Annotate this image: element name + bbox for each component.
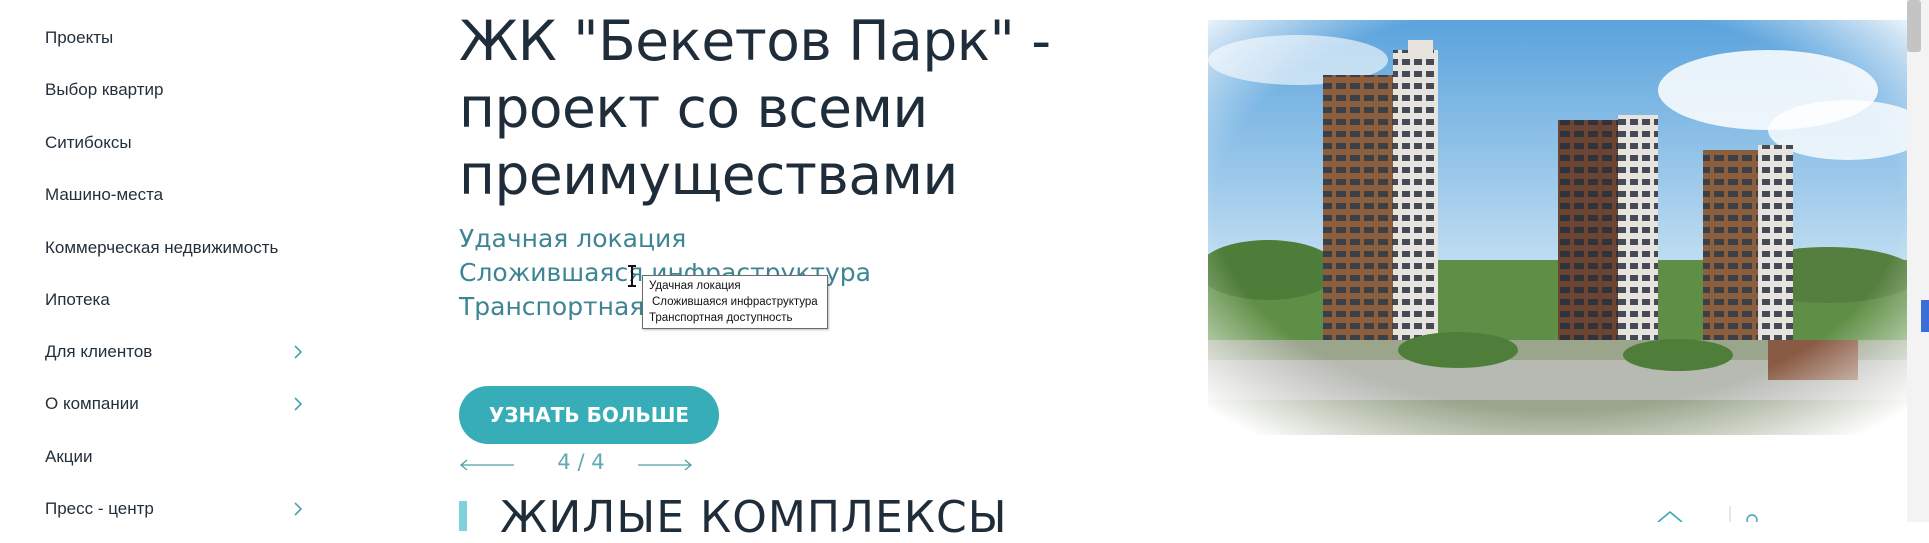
sidebar-item-about[interactable]: О компании xyxy=(45,386,305,422)
hero-title-line: проект со всеми xyxy=(459,76,928,140)
sidebar-item-for-clients[interactable]: Для клиентов xyxy=(45,334,305,370)
sidebar-item-label: Коммерческая недвижимость xyxy=(45,238,279,257)
sidebar-item-label: О компании xyxy=(45,394,139,413)
slider-navigation: 4 / 4 xyxy=(459,450,699,480)
text-cursor-icon xyxy=(628,265,636,287)
sidebar-item-label: Выбор квартир xyxy=(45,80,164,99)
sidebar-item-label: Ситибоксы xyxy=(45,133,132,152)
chevron-right-icon xyxy=(291,345,305,359)
tooltip-line: Удачная локация xyxy=(649,280,741,292)
section-heading-accent xyxy=(459,501,467,531)
sidebar-item-label: Акции xyxy=(45,447,93,466)
feature-item: Удачная локация xyxy=(459,224,687,253)
sidebar-item-label: Пресс - центр xyxy=(45,499,154,518)
sidebar-item-apartments[interactable]: Выбор квартир xyxy=(45,72,305,108)
sidebar-item-mortgage[interactable]: Ипотека xyxy=(45,282,305,318)
arrow-right-icon[interactable] xyxy=(637,458,693,472)
tooltip-line: Транспортная доступность xyxy=(649,312,793,324)
arrow-left-icon[interactable] xyxy=(459,458,515,472)
sidebar-item-commercial[interactable]: Коммерческая недвижимость xyxy=(45,230,305,266)
header-icons-partial xyxy=(1657,506,1758,522)
home-icon xyxy=(1657,510,1683,522)
learn-more-button[interactable]: УЗНАТЬ БОЛЬШЕ xyxy=(459,386,719,444)
sidebar-item-promotions[interactable]: Акции xyxy=(45,439,305,475)
sidebar-item-projects[interactable]: Проекты xyxy=(45,20,305,56)
sidebar-nav: Проекты Выбор квартир Ситибоксы Машино-м… xyxy=(0,0,320,522)
chevron-right-icon xyxy=(291,397,305,411)
tooltip: Удачная локация Сложившаяся инфраструкту… xyxy=(642,275,828,329)
sidebar-item-label: Проекты xyxy=(45,28,114,47)
section-heading: ЖИЛЫЕ КОМПЛЕКСЫ xyxy=(500,492,1008,543)
hero-building-image xyxy=(1208,20,1908,435)
hero-title: ЖК "Бекетов Парк" - проект со всеми преи… xyxy=(459,8,1099,209)
chevron-right-icon xyxy=(291,502,305,516)
sidebar-item-label: Для клиентов xyxy=(45,342,153,361)
location-icon xyxy=(1746,514,1758,522)
side-widget-tab[interactable] xyxy=(1921,300,1929,332)
scrollbar-track[interactable] xyxy=(1907,0,1929,522)
scrollbar-thumb[interactable] xyxy=(1907,0,1921,52)
sidebar-item-label: Ипотека xyxy=(45,290,110,309)
sidebar-item-parking[interactable]: Машино-места xyxy=(45,177,305,213)
hero-title-line: ЖК "Бекетов Парк" - xyxy=(459,9,1051,73)
slide-counter: 4 / 4 xyxy=(557,450,605,474)
sidebar-item-label: Машино-места xyxy=(45,185,164,204)
hero-title-line: преимуществами xyxy=(459,143,958,207)
sidebar-item-cityboxes[interactable]: Ситибоксы xyxy=(45,125,305,161)
tooltip-line: Сложившаяся инфраструктура xyxy=(652,296,818,308)
